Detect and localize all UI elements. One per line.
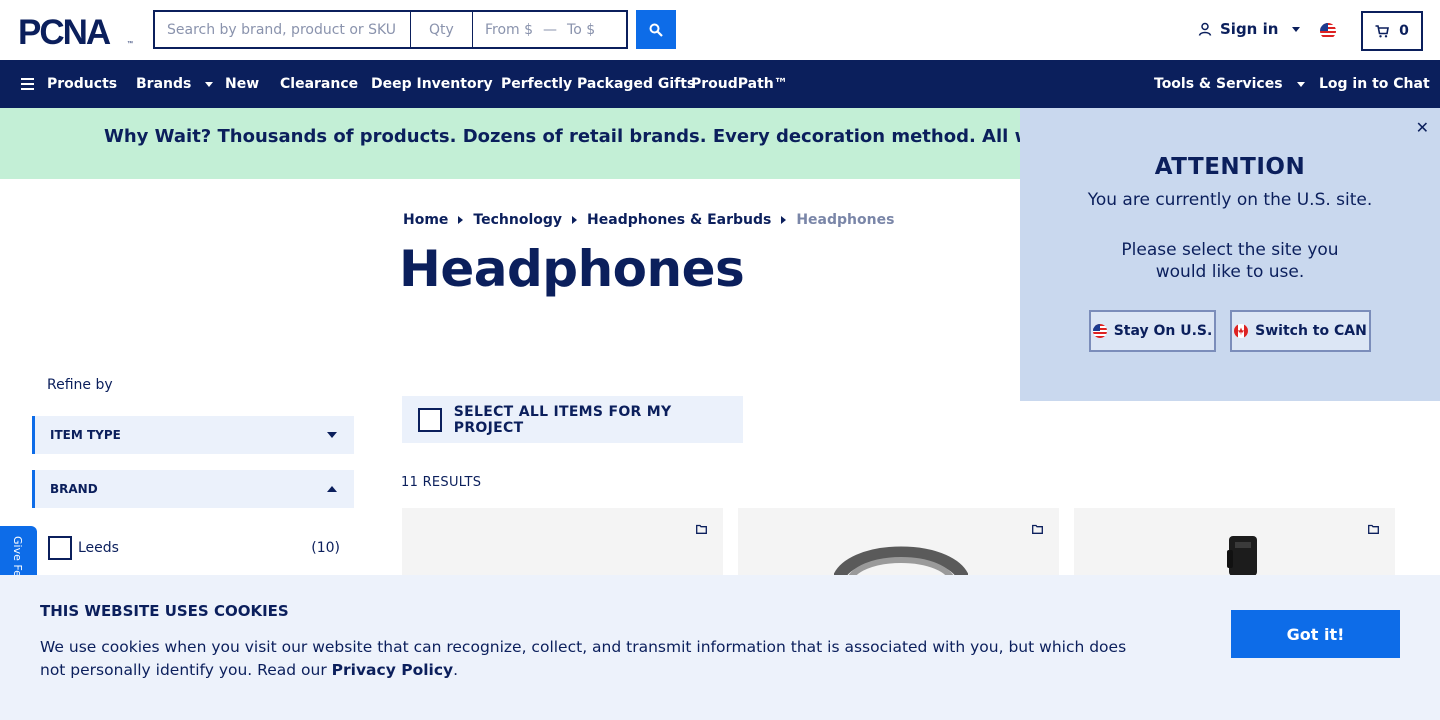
us-flag-icon[interactable] bbox=[1320, 23, 1336, 39]
cookie-title: THIS WEBSITE USES COOKIES bbox=[40, 602, 289, 620]
hamburger-icon bbox=[21, 78, 34, 90]
stay-on-us-label: Stay On U.S. bbox=[1113, 323, 1213, 339]
add-to-project-icon[interactable] bbox=[1368, 524, 1379, 534]
nav-new[interactable]: New bbox=[225, 60, 259, 108]
canada-flag-icon bbox=[1234, 324, 1249, 338]
close-icon[interactable]: ✕ bbox=[1416, 118, 1429, 137]
nav-products-label: Products bbox=[47, 76, 118, 92]
privacy-policy-link[interactable]: Privacy Policy bbox=[332, 661, 454, 679]
brand-checkbox[interactable] bbox=[48, 536, 72, 560]
switch-to-can-button[interactable]: Switch to CAN bbox=[1230, 310, 1371, 352]
select-all-for-project[interactable]: SELECT ALL ITEMS FOR MY PROJECT bbox=[402, 396, 743, 443]
search-icon bbox=[649, 23, 663, 37]
nav-tools-label: Tools & Services bbox=[1154, 76, 1283, 92]
refine-by-label: Refine by bbox=[47, 377, 113, 393]
select-all-label: SELECT ALL ITEMS FOR MY PROJECT bbox=[453, 403, 672, 436]
promo-text: Why Wait? Thousands of products. Dozens … bbox=[104, 126, 1175, 147]
search-button[interactable] bbox=[636, 10, 676, 49]
chevron-down-icon bbox=[327, 432, 337, 438]
product-image-headphones bbox=[1227, 536, 1257, 576]
popup-message: You are currently on the U.S. site. bbox=[1087, 190, 1373, 210]
add-to-project-icon[interactable] bbox=[1032, 524, 1043, 534]
add-to-project-icon[interactable] bbox=[696, 524, 707, 534]
breadcrumb-headphones-earbuds[interactable]: Headphones & Earbuds bbox=[587, 212, 771, 228]
svg-text:™: ™ bbox=[127, 40, 133, 47]
nav-chat[interactable]: Log in to Chat bbox=[1319, 60, 1430, 108]
switch-to-can-label: Switch to CAN bbox=[1255, 323, 1367, 339]
breadcrumb-technology[interactable]: Technology bbox=[473, 212, 562, 228]
nav-products[interactable]: Products bbox=[21, 60, 117, 108]
brand-option-label: Leeds bbox=[78, 540, 119, 556]
chevron-down-icon bbox=[205, 81, 214, 87]
breadcrumb-separator-icon bbox=[458, 216, 464, 224]
nav-brands[interactable]: Brands bbox=[136, 60, 214, 108]
search-bar: Search by brand, product or SKU Qty From… bbox=[153, 10, 628, 49]
nav-proudpath[interactable]: ProudPath™ bbox=[691, 60, 788, 108]
breadcrumb-separator-icon bbox=[572, 216, 578, 224]
price-range: From $ — To $ bbox=[473, 10, 628, 49]
search-input[interactable]: Search by brand, product or SKU bbox=[153, 10, 411, 49]
chevron-down-icon bbox=[1296, 81, 1305, 87]
breadcrumb-separator-icon bbox=[781, 216, 787, 224]
cart-icon bbox=[1375, 24, 1390, 37]
breadcrumb: Home Technology Headphones & Earbuds Hea… bbox=[403, 212, 894, 228]
brand-option-count: (10) bbox=[311, 540, 340, 556]
top-header: PCNA ™ Search by brand, product or SKU Q… bbox=[0, 0, 1440, 60]
cookie-body: We use cookies when you visit our websit… bbox=[40, 638, 1127, 679]
us-flag-icon bbox=[1092, 324, 1107, 338]
nav-brands-label: Brands bbox=[136, 76, 192, 92]
nav-gifts[interactable]: Perfectly Packaged Gifts bbox=[501, 60, 695, 108]
user-icon bbox=[1198, 22, 1212, 36]
popup-prompt: Please select the site you bbox=[1121, 240, 1339, 260]
popup-title: ATTENTION bbox=[1154, 154, 1306, 180]
price-separator: — bbox=[543, 21, 558, 38]
svg-text:PCNA: PCNA bbox=[18, 14, 111, 48]
facet-brand-label: BRAND bbox=[50, 482, 98, 496]
popup-prompt-cont: would like to use. bbox=[1155, 262, 1305, 282]
facet-item-type-label: ITEM TYPE bbox=[50, 428, 121, 442]
pcna-logo[interactable]: PCNA ™ bbox=[18, 14, 136, 48]
page-title: Headphones bbox=[399, 240, 745, 298]
results-count: 11 RESULTS bbox=[401, 475, 482, 490]
chevron-up-icon bbox=[327, 486, 337, 492]
cookie-banner: THIS WEBSITE USES COOKIES We use cookies… bbox=[0, 575, 1440, 720]
nav-deep-inventory[interactable]: Deep Inventory bbox=[371, 60, 493, 108]
main-nav: Products Brands New Clearance Deep Inven… bbox=[0, 60, 1440, 108]
cookie-message: We use cookies when you visit our websit… bbox=[40, 636, 1150, 682]
sign-in-label: Sign in bbox=[1220, 20, 1279, 38]
cart-count: 0 bbox=[1399, 23, 1409, 39]
site-selector-popup: ✕ ATTENTION You are currently on the U.S… bbox=[1020, 108, 1440, 401]
price-to-input[interactable]: To $ bbox=[567, 22, 595, 38]
stay-on-us-button[interactable]: Stay On U.S. bbox=[1089, 310, 1216, 352]
brand-option-leeds[interactable]: Leeds (10) bbox=[48, 536, 340, 560]
select-all-checkbox[interactable] bbox=[418, 407, 442, 432]
breadcrumb-current: Headphones bbox=[796, 212, 895, 228]
breadcrumb-home[interactable]: Home bbox=[403, 212, 448, 228]
qty-input[interactable]: Qty bbox=[411, 10, 473, 49]
cookie-suffix: . bbox=[453, 661, 459, 679]
nav-tools-services[interactable]: Tools & Services bbox=[1154, 60, 1305, 108]
cart-button[interactable]: 0 bbox=[1361, 11, 1423, 51]
got-it-button[interactable]: Got it! bbox=[1231, 610, 1400, 658]
facet-brand[interactable]: BRAND bbox=[32, 470, 354, 508]
price-from-input[interactable]: From $ bbox=[485, 22, 533, 38]
sign-in-menu[interactable]: Sign in bbox=[1198, 20, 1301, 38]
facet-item-type[interactable]: ITEM TYPE bbox=[32, 416, 354, 454]
nav-clearance[interactable]: Clearance bbox=[280, 60, 358, 108]
chevron-down-icon bbox=[1292, 26, 1301, 32]
